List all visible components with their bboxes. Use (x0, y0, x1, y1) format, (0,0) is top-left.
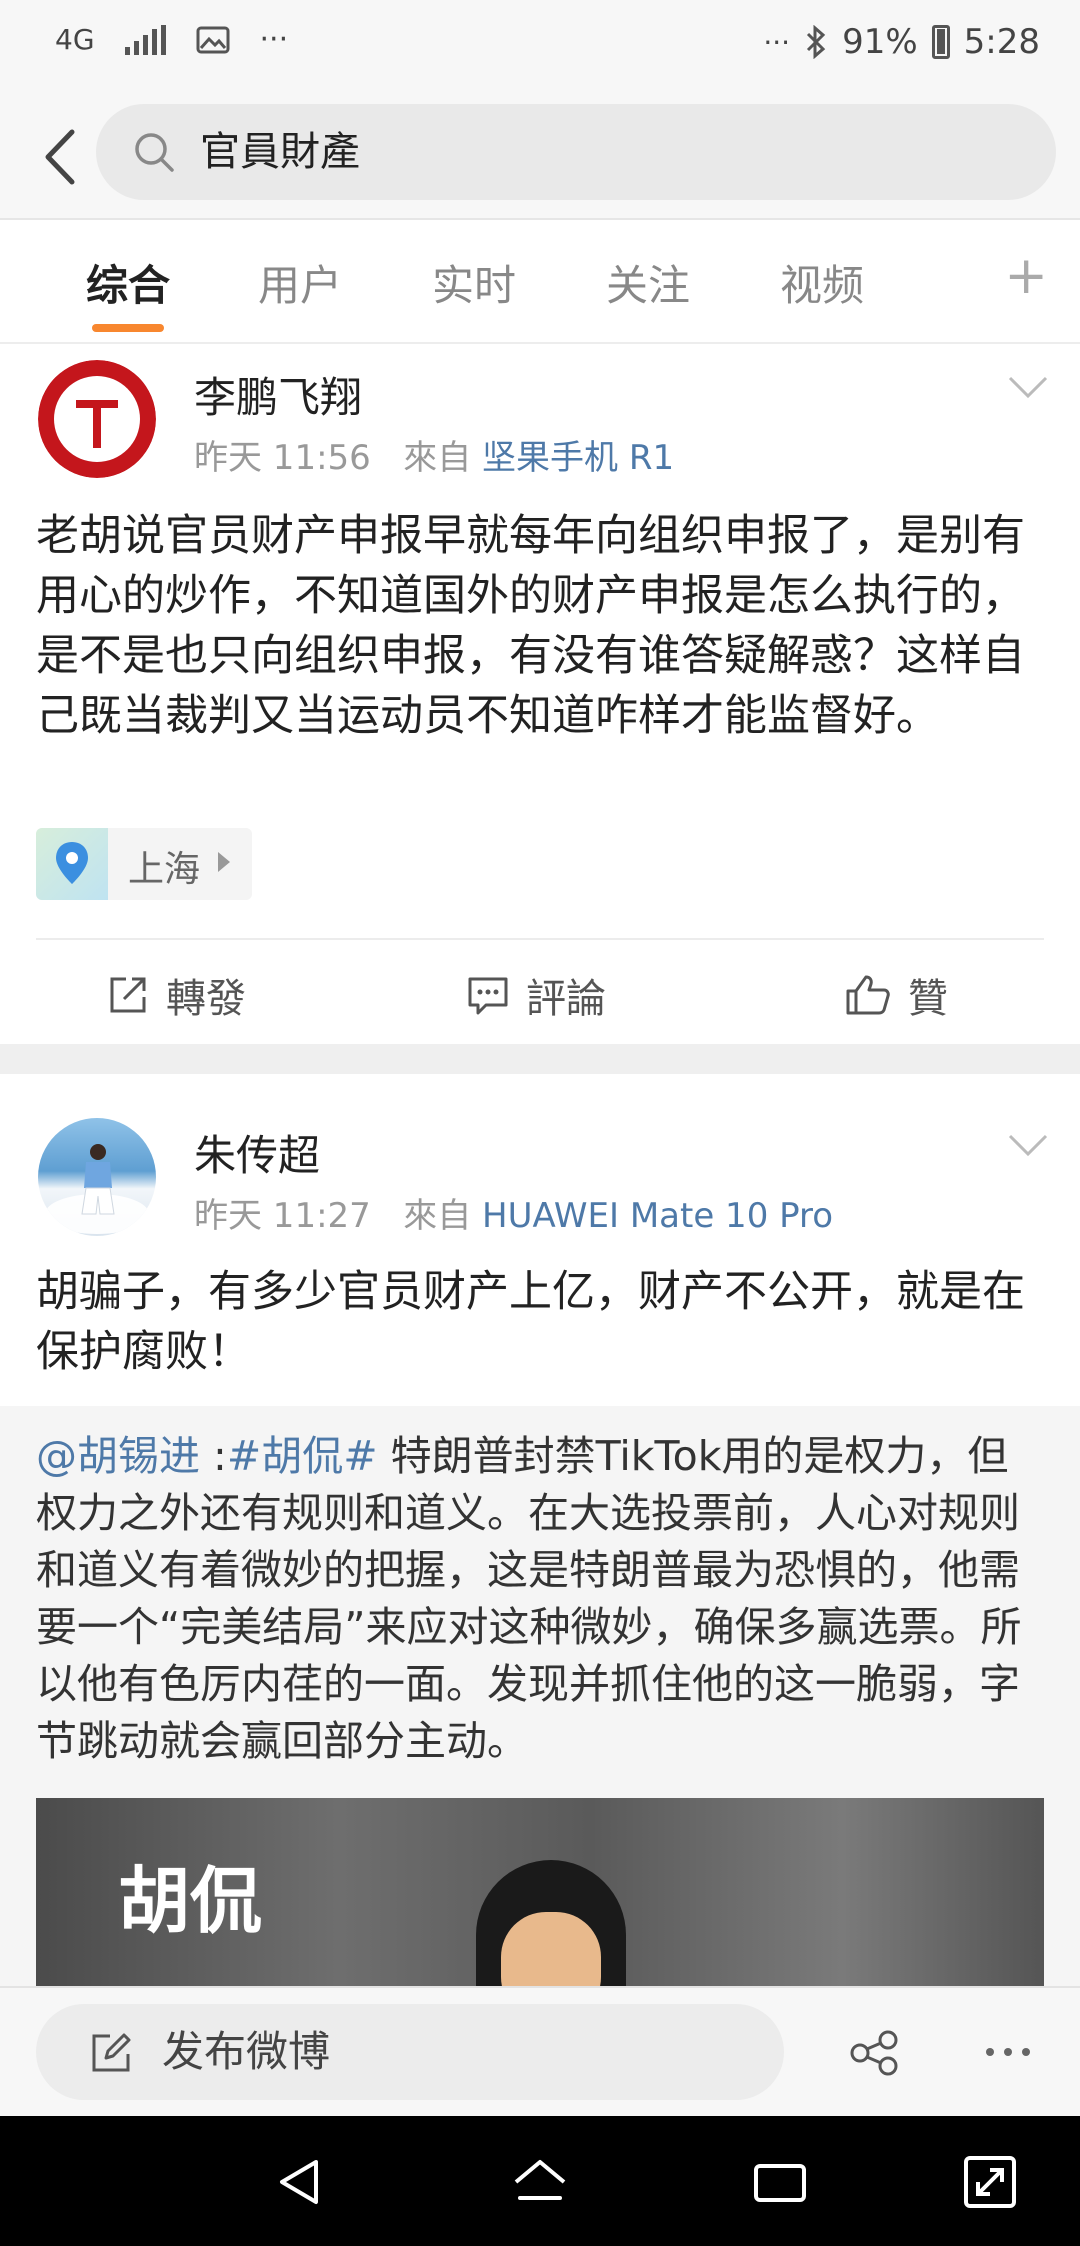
search-box[interactable]: 官員財產 (96, 104, 1056, 200)
status-overflow: ··· (763, 25, 791, 59)
quoted-post[interactable]: @胡锡进 :#胡侃# 特朗普封禁TikTok用的是权力，但权力之外还有规则和道义… (0, 1406, 1080, 1986)
bluetooth-icon (807, 25, 826, 59)
nav-home-icon[interactable] (510, 2152, 570, 2212)
tab-realtime[interactable]: 实时 (432, 252, 516, 313)
share-icon[interactable] (848, 2030, 902, 2076)
post-card[interactable]: 朱传超 昨天 11:27 來自 HUAWEI Mate 10 Pro 胡骗子，有… (0, 1074, 1080, 1406)
clock: 5:28 (963, 22, 1040, 62)
search-icon (135, 133, 174, 172)
comment-button[interactable]: 評論 (466, 966, 606, 1024)
signal-icon (124, 24, 166, 55)
mention-separator: : (200, 1432, 227, 1480)
comment-label: 評論 (526, 976, 606, 1022)
comment-icon (468, 977, 508, 1015)
post-time: 昨天 11:27 (194, 1196, 371, 1236)
hashtag-link[interactable]: #胡侃# (227, 1432, 378, 1480)
edit-icon (92, 2033, 131, 2072)
nav-recents-icon[interactable] (750, 2152, 810, 2212)
system-nav-bar (0, 2116, 1080, 2246)
quoted-image[interactable]: 胡侃 (36, 1798, 1044, 1986)
person-photo (476, 1860, 626, 1986)
username[interactable]: 李鹏飞翔 (194, 364, 362, 425)
thumbs-up-icon (846, 975, 890, 1015)
nav-expand-icon[interactable] (960, 2152, 1020, 2212)
nav-back-icon[interactable] (270, 2152, 330, 2212)
avatar-logo-icon (38, 360, 156, 478)
search-header: 官員財產 (0, 92, 1080, 220)
quoted-post-text: @胡锡进 :#胡侃# 特朗普封禁TikTok用的是权力，但权力之外还有规则和道义… (36, 1428, 1046, 1770)
repost-label: 轉發 (166, 976, 246, 1022)
map-icon (36, 828, 108, 900)
add-tab-button[interactable]: + (1004, 246, 1048, 306)
repost-button[interactable]: 轉發 (106, 966, 246, 1024)
location-label: 上海 (128, 849, 201, 890)
mention-link[interactable]: @胡锡进 (36, 1432, 200, 1480)
tab-following[interactable]: 关注 (606, 252, 690, 313)
avatar[interactable] (38, 360, 156, 478)
active-tab-indicator (92, 324, 164, 332)
avatar-photo-icon (45, 1144, 149, 1234)
username[interactable]: 朱传超 (194, 1122, 320, 1183)
post-source[interactable]: HUAWEI Mate 10 Pro (482, 1196, 833, 1236)
repost-icon (110, 977, 146, 1013)
chevron-down-icon[interactable] (1008, 376, 1048, 400)
like-button[interactable]: 贊 (844, 966, 948, 1024)
post-from: 來自 (403, 1196, 472, 1236)
search-query[interactable]: 官員財產 (200, 124, 360, 180)
tab-video[interactable]: 视频 (780, 252, 864, 313)
post-source[interactable]: 坚果手机 R1 (482, 438, 674, 478)
caret-right-icon (218, 852, 230, 872)
post-text: 胡骗子，有多少官员财产上亿，财产不公开，就是在保护腐败！ (36, 1267, 1025, 1377)
battery-percent: 91% (842, 22, 918, 62)
post-from: 來自 (403, 438, 472, 478)
status-bar: 4G ··· ··· 91% 5:28 (0, 0, 1080, 92)
post-card[interactable]: 李鹏飞翔 昨天 11:56 來自 坚果手机 R1 老胡说官员财产申报早就每年向组… (0, 346, 1080, 1044)
network-type: 4G (55, 23, 95, 56)
post-meta: 昨天 11:56 來自 坚果手机 R1 (194, 430, 674, 479)
more-options-icon[interactable] (986, 2048, 1030, 2056)
notification-overflow: ··· (259, 22, 289, 57)
divider (36, 938, 1044, 940)
chevron-down-icon[interactable] (1008, 1134, 1048, 1158)
tab-comprehensive[interactable]: 综合 (86, 252, 170, 313)
compose-button[interactable]: 发布微博 (36, 2004, 784, 2100)
tab-bar: 综合 用户 实时 关注 视频 + (0, 222, 1080, 344)
gallery-icon (196, 26, 230, 53)
like-label: 贊 (908, 976, 948, 1022)
tab-users[interactable]: 用户 (258, 252, 342, 313)
post-separator (0, 1044, 1080, 1074)
back-arrow-icon[interactable] (30, 122, 90, 192)
compose-label: 发布微博 (162, 2027, 331, 2076)
location-tag[interactable]: 上海 (36, 828, 252, 900)
quoted-body: 特朗普封禁TikTok用的是权力，但权力之外还有规则和道义。在大选投票前，人心对… (36, 1432, 1022, 1765)
post-meta: 昨天 11:27 來自 HUAWEI Mate 10 Pro (194, 1188, 833, 1237)
battery-icon (931, 25, 950, 59)
avatar[interactable] (38, 1118, 156, 1236)
image-logo: 胡侃 (118, 1858, 263, 1943)
post-text: 老胡说官员财产申报早就每年向组织申报了，是别有用心的炒作，不知道国外的财产申报是… (36, 511, 1025, 741)
bottom-bar: 发布微博 (0, 1986, 1080, 2116)
post-time: 昨天 11:56 (194, 438, 371, 478)
